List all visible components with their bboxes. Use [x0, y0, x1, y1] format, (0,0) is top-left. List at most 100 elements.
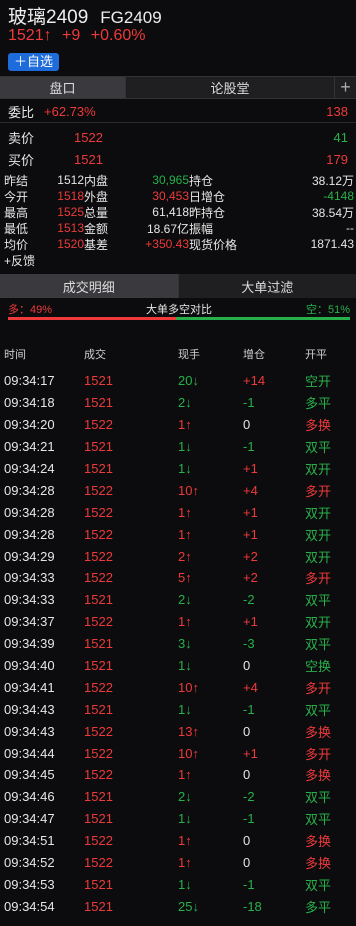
table-row[interactable]: 09:34:21 1521 1↓ -1 双平	[0, 436, 356, 458]
trade-oi-change: 0	[243, 855, 251, 871]
table-row[interactable]: 09:34:39 1521 3↓ -3 双平	[0, 633, 356, 655]
table-row[interactable]: 09:34:33 1521 2↓ -2 双平	[0, 589, 356, 611]
trade-volume: 1↓	[178, 461, 192, 476]
trade-price: 1521	[84, 789, 113, 805]
long-pct-label: 多：49%	[8, 304, 53, 316]
trade-time: 09:34:45	[4, 767, 55, 783]
trade-time: 09:34:41	[4, 679, 55, 695]
trade-volume: 1↑	[178, 526, 192, 542]
trade-volume: 2↓	[178, 592, 192, 608]
trade-time: 09:34:40	[4, 658, 55, 674]
trade-volume: 10↑	[178, 679, 199, 695]
trade-volume: 13↑	[178, 723, 199, 739]
trade-oi-change: -3	[243, 636, 255, 652]
stat-value: 38.54万	[311, 205, 354, 220]
trade-time: 09:34:44	[4, 745, 55, 761]
table-row[interactable]: 09:34:52 1522 1↑ 0 多换	[0, 852, 356, 874]
trade-type: 双开	[305, 505, 332, 521]
trade-oi-change: +2	[243, 570, 258, 586]
trade-price: 1521	[84, 701, 113, 717]
table-row[interactable]: 09:34:28 1522 1↑ +1 双开	[0, 501, 356, 523]
bid-row[interactable]: 买价 1521 179	[0, 148, 356, 170]
table-row[interactable]: 09:34:17 1521 20↓ +14 空开	[0, 370, 356, 392]
trade-price: 1521	[84, 658, 113, 674]
trade-oi-change: -18	[243, 898, 262, 914]
table-row[interactable]: 09:34:44 1522 10↑ +1 多开	[0, 742, 356, 764]
trade-price: 1522	[84, 679, 113, 695]
stat-value: 61,418	[152, 205, 189, 219]
add-watchlist-button[interactable]: ＋自选	[8, 53, 60, 71]
stat-value: 30,965	[152, 173, 189, 187]
col-header: 开平	[305, 349, 327, 361]
table-row[interactable]: 09:34:33 1522 5↑ +2 多开	[0, 567, 356, 589]
trade-oi-change: +1	[243, 461, 258, 476]
stat-label: 今开	[4, 189, 29, 204]
table-row[interactable]: 09:34:45 1522 1↑ 0 多换	[0, 764, 356, 786]
trade-time: 09:34:47	[4, 811, 55, 827]
trade-volume: 1↓	[178, 876, 192, 892]
table-row[interactable]: 09:34:51 1522 1↑ 0 多换	[0, 830, 356, 852]
table-row[interactable]: 09:34:37 1522 1↑ +1 双开	[0, 611, 356, 633]
trade-type: 多平	[305, 396, 332, 412]
table-row[interactable]: 09:34:40 1521 1↓ 0 空换	[0, 655, 356, 677]
stats-row: 今开 1518 外盘 30,453 日增仓 -4148	[4, 188, 354, 204]
trade-price: 1522	[84, 745, 113, 761]
trade-volume: 1↑	[178, 767, 192, 783]
weibi-label: 委比	[8, 104, 35, 120]
stat-value: --	[346, 221, 354, 235]
trade-type: 双平	[305, 593, 332, 609]
table-row[interactable]: 09:34:53 1521 1↓ -1 双平	[0, 873, 356, 895]
trade-oi-change: +2	[243, 548, 258, 564]
tab-trade-detail[interactable]: 成交明细	[0, 274, 178, 298]
table-row[interactable]: 09:34:28 1522 1↑ +1 双开	[0, 523, 356, 545]
tab-large-order-filter[interactable]: 大单过滤	[177, 274, 356, 298]
trade-oi-change: +4	[243, 679, 258, 695]
table-row[interactable]: 09:34:54 1521 25↓ -18 多平	[0, 895, 356, 917]
ask-row[interactable]: 卖价 1522 41	[0, 126, 356, 148]
stats-row: 最低 1513 金额 18.67亿 振幅 --	[4, 220, 354, 236]
table-row[interactable]: 09:34:20 1522 1↑ 0 多换	[0, 414, 356, 436]
ask-price: 1522	[74, 129, 103, 145]
trade-volume: 20↓	[178, 373, 199, 389]
table-row[interactable]: 09:34:46 1521 2↓ -2 双平	[0, 786, 356, 808]
trade-time: 09:34:33	[4, 592, 55, 608]
trade-oi-change: +4	[243, 482, 258, 498]
trade-type: 多换	[305, 768, 332, 784]
trade-oi-change: +1	[243, 526, 258, 542]
trade-oi-change: -2	[243, 592, 255, 608]
tab-orderbook[interactable]: 盘口	[0, 77, 125, 98]
table-row[interactable]: 09:34:41 1522 10↑ +4 多开	[0, 676, 356, 698]
table-row[interactable]: 09:34:43 1521 1↓ -1 双平	[0, 698, 356, 720]
table-row[interactable]: 09:34:18 1521 2↓ -1 多平	[0, 392, 356, 414]
trade-price: 1522	[84, 723, 113, 739]
feedback-link[interactable]: +反馈	[4, 252, 354, 269]
trade-type: 多换	[305, 724, 332, 740]
trade-oi-change: +1	[243, 745, 258, 761]
trade-type: 双平	[305, 812, 332, 828]
trade-volume: 10↑	[178, 745, 199, 761]
stat-label: 振幅	[189, 221, 214, 236]
table-row[interactable]: 09:34:47 1521 1↓ -1 双平	[0, 808, 356, 830]
tab-forum[interactable]: 论股堂	[125, 77, 334, 98]
trade-oi-change: -2	[243, 789, 255, 805]
trade-oi-change: -1	[243, 811, 255, 827]
trade-time: 09:34:39	[4, 636, 55, 652]
table-row[interactable]: 09:34:29 1522 2↑ +2 双开	[0, 545, 356, 567]
trade-type: 双平	[305, 637, 332, 653]
table-row[interactable]: 09:34:24 1521 1↓ +1 双开	[0, 458, 356, 480]
trade-price: 1522	[84, 482, 113, 498]
trade-price: 1521	[84, 592, 113, 608]
add-tab-icon[interactable]: +	[334, 77, 356, 98]
trade-oi-change: -1	[243, 876, 255, 892]
stats-row: 昨结 1512 内盘 30,965 持仓 38.12万	[4, 172, 354, 188]
trade-price: 1521	[84, 373, 113, 389]
trade-volume: 1↑	[178, 417, 192, 433]
table-row[interactable]: 09:34:43 1522 13↑ 0 多换	[0, 720, 356, 742]
trade-time: 09:34:51	[4, 833, 55, 849]
table-row[interactable]: 09:34:28 1522 10↑ +4 多开	[0, 479, 356, 501]
trade-price: 1522	[84, 504, 113, 520]
trade-time: 09:34:20	[4, 417, 55, 433]
trade-price: 1522	[84, 614, 113, 630]
trade-volume: 1↓	[178, 439, 192, 455]
trade-type: 双开	[305, 462, 332, 477]
